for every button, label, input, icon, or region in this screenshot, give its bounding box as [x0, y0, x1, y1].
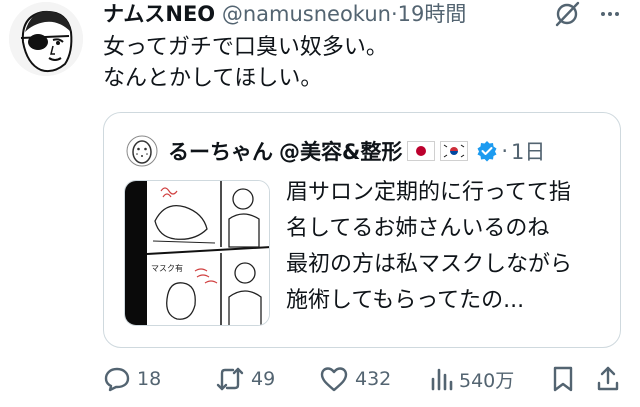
timestamp[interactable]: 19時間	[398, 2, 467, 26]
quote-avatar[interactable]	[126, 135, 158, 167]
separator-dot: ·	[390, 2, 398, 26]
views-button[interactable]: 540万	[429, 362, 514, 396]
tweet-text: 女ってガチで口臭い奴多い。 なんとかしてほしい。	[103, 32, 603, 94]
display-name[interactable]: ナムスNEO	[103, 2, 215, 26]
reply-count: 18	[137, 368, 162, 390]
bookmark-button[interactable]	[551, 362, 581, 396]
japan-flag-icon	[407, 141, 436, 161]
quote-manga-image[interactable]: マスク有	[124, 180, 270, 326]
quote-text: 眉サロン定期的に行ってて指 名してるお姉さんいるのね 最初の方は私マスクしながら…	[286, 175, 606, 319]
reply-button[interactable]: 18	[103, 362, 161, 396]
tweet-line: なんとかしてほしい。	[103, 66, 323, 91]
quote-line: 最初の方は私マスクしながら	[286, 252, 573, 277]
share-button[interactable]	[595, 362, 627, 396]
user-handle[interactable]: @namusneokun	[222, 2, 391, 26]
quote-line: 施術してもらってたの...	[286, 288, 525, 313]
retweet-count: 49	[251, 368, 276, 390]
quote-separator-dot: ·	[501, 139, 509, 163]
share-icon	[597, 366, 619, 391]
quote-handle-part[interactable]: @美容&整形	[279, 136, 402, 166]
verified-badge-icon	[477, 141, 497, 162]
heart-icon	[320, 367, 348, 392]
user-avatar[interactable]	[9, 2, 83, 76]
grok-icon[interactable]	[552, 0, 582, 28]
like-button[interactable]: 432	[319, 362, 391, 396]
quote-header: るーちゃん @美容&整形 · 1日	[126, 135, 545, 167]
reply-icon	[104, 367, 130, 392]
action-bar: 18 49 432 540万	[103, 362, 628, 396]
retweet-icon	[216, 367, 244, 391]
bookmark-icon	[553, 366, 573, 392]
analytics-icon	[431, 368, 453, 391]
views-count: 540万	[459, 369, 515, 392]
like-count: 432	[355, 368, 392, 390]
tweet-line: 女ってガチで口臭い奴多い。	[103, 35, 388, 60]
korea-flag-icon	[440, 141, 469, 161]
quote-line: 名してるお姉さんいるのね	[286, 216, 550, 241]
manga-caption: マスク有	[151, 263, 183, 273]
quote-timestamp[interactable]: 1日	[511, 136, 545, 166]
quote-display-name[interactable]: るーちゃん	[168, 136, 273, 166]
quoted-tweet[interactable]: るーちゃん @美容&整形 · 1日 マスク有 眉サロン定期的に行ってて指 名して…	[103, 112, 621, 348]
retweet-button[interactable]: 49	[215, 362, 275, 396]
tweet-header: ナムスNEO @namusneokun·19時間	[103, 0, 466, 28]
more-options-icon[interactable]	[595, 0, 625, 28]
quote-line: 眉サロン定期的に行ってて指	[286, 180, 571, 205]
